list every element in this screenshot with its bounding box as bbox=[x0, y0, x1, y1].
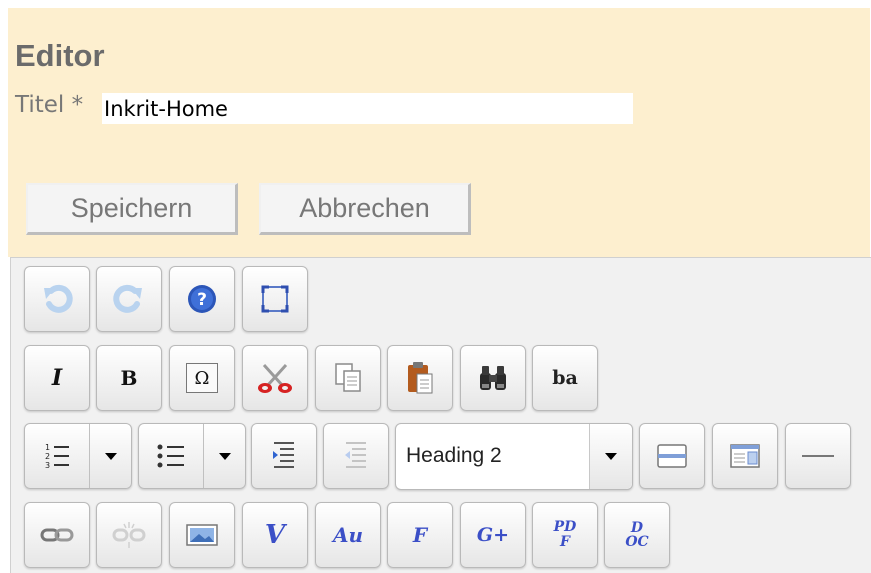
indent-button[interactable] bbox=[251, 423, 317, 489]
unlink-icon bbox=[112, 522, 146, 548]
format-select-value: Heading 2 bbox=[406, 444, 502, 467]
bullet-list-icon bbox=[157, 444, 184, 468]
numbered-list-icon: 1 2 3 bbox=[45, 443, 69, 470]
image-icon bbox=[186, 524, 218, 546]
flash-icon: F bbox=[412, 523, 428, 547]
help-icon: ? bbox=[188, 285, 216, 313]
cut-icon bbox=[258, 363, 292, 393]
pdf-plugin-button[interactable]: PDF bbox=[532, 502, 598, 568]
page-title: Editor bbox=[15, 38, 105, 73]
video-icon: V bbox=[264, 520, 286, 550]
redo-button[interactable] bbox=[96, 266, 162, 332]
image-button[interactable] bbox=[169, 502, 235, 568]
title-input[interactable] bbox=[102, 93, 633, 124]
format-select[interactable]: Heading 2 bbox=[395, 423, 633, 490]
video-plugin-button[interactable]: V bbox=[242, 502, 308, 568]
horizontal-rule-icon bbox=[802, 455, 834, 457]
doc-plugin-button[interactable]: DOC bbox=[604, 502, 670, 568]
maximize-button[interactable] bbox=[242, 266, 308, 332]
bullet-list-button[interactable] bbox=[139, 424, 203, 488]
link-icon bbox=[40, 528, 74, 542]
paste-button[interactable] bbox=[387, 345, 453, 411]
chevron-down-icon bbox=[219, 452, 231, 460]
doc-icon: DOC bbox=[625, 520, 649, 550]
copy-button[interactable] bbox=[315, 345, 381, 411]
div-icon bbox=[657, 444, 687, 468]
horizontal-rule-button[interactable] bbox=[785, 423, 851, 489]
format-select-dropdown[interactable] bbox=[590, 424, 632, 489]
chevron-down-icon bbox=[605, 453, 617, 460]
googleplus-plugin-button[interactable]: G+ bbox=[460, 502, 526, 568]
chevron-down-icon bbox=[105, 452, 117, 460]
maximize-icon bbox=[261, 285, 289, 313]
audio-plugin-button[interactable]: Au bbox=[315, 502, 381, 568]
link-button[interactable] bbox=[24, 502, 90, 568]
svg-text:2: 2 bbox=[45, 452, 50, 461]
bold-button[interactable]: B bbox=[96, 345, 162, 411]
svg-text:1: 1 bbox=[45, 443, 50, 452]
outdent-button[interactable] bbox=[323, 423, 389, 489]
numbered-list-control: 1 2 3 bbox=[24, 423, 132, 489]
special-char-icon: Ω bbox=[186, 363, 218, 393]
find-button[interactable] bbox=[460, 345, 526, 411]
template-icon bbox=[730, 444, 760, 468]
svg-text:3: 3 bbox=[45, 461, 50, 470]
numbered-list-button[interactable]: 1 2 3 bbox=[25, 424, 89, 488]
title-label: Titel * bbox=[15, 92, 84, 118]
bullet-list-control bbox=[138, 423, 246, 489]
cancel-button[interactable]: Abbrechen bbox=[259, 183, 471, 235]
googleplus-icon: G+ bbox=[476, 524, 510, 546]
flash-plugin-button[interactable]: F bbox=[387, 502, 453, 568]
find-icon bbox=[480, 366, 506, 390]
redo-icon bbox=[113, 284, 142, 313]
undo-button[interactable] bbox=[24, 266, 90, 332]
special-char-button[interactable]: Ω bbox=[169, 345, 235, 411]
div-container-button[interactable] bbox=[639, 423, 705, 489]
cut-button[interactable] bbox=[242, 345, 308, 411]
save-button[interactable]: Speichern bbox=[26, 183, 238, 235]
italic-button[interactable]: I bbox=[24, 345, 90, 411]
subscript-icon: ba bbox=[552, 367, 578, 389]
svg-text:?: ? bbox=[197, 290, 207, 310]
audio-icon: Au bbox=[332, 523, 364, 547]
special-char-label: Ω bbox=[194, 367, 210, 389]
pdf-icon: PDF bbox=[553, 519, 577, 550]
bullet-list-dropdown[interactable] bbox=[204, 424, 246, 488]
subscript-button[interactable]: ba bbox=[532, 345, 598, 411]
template-button[interactable] bbox=[712, 423, 778, 489]
copy-icon bbox=[335, 363, 361, 392]
undo-icon bbox=[44, 284, 73, 313]
indent-icon bbox=[273, 442, 294, 468]
unlink-button[interactable] bbox=[96, 502, 162, 568]
paste-icon bbox=[408, 362, 433, 394]
bold-icon: B bbox=[120, 366, 138, 390]
help-button[interactable]: ? bbox=[169, 266, 235, 332]
numbered-list-dropdown[interactable] bbox=[90, 424, 132, 488]
outdent-icon bbox=[345, 442, 366, 468]
italic-icon: I bbox=[51, 365, 63, 391]
